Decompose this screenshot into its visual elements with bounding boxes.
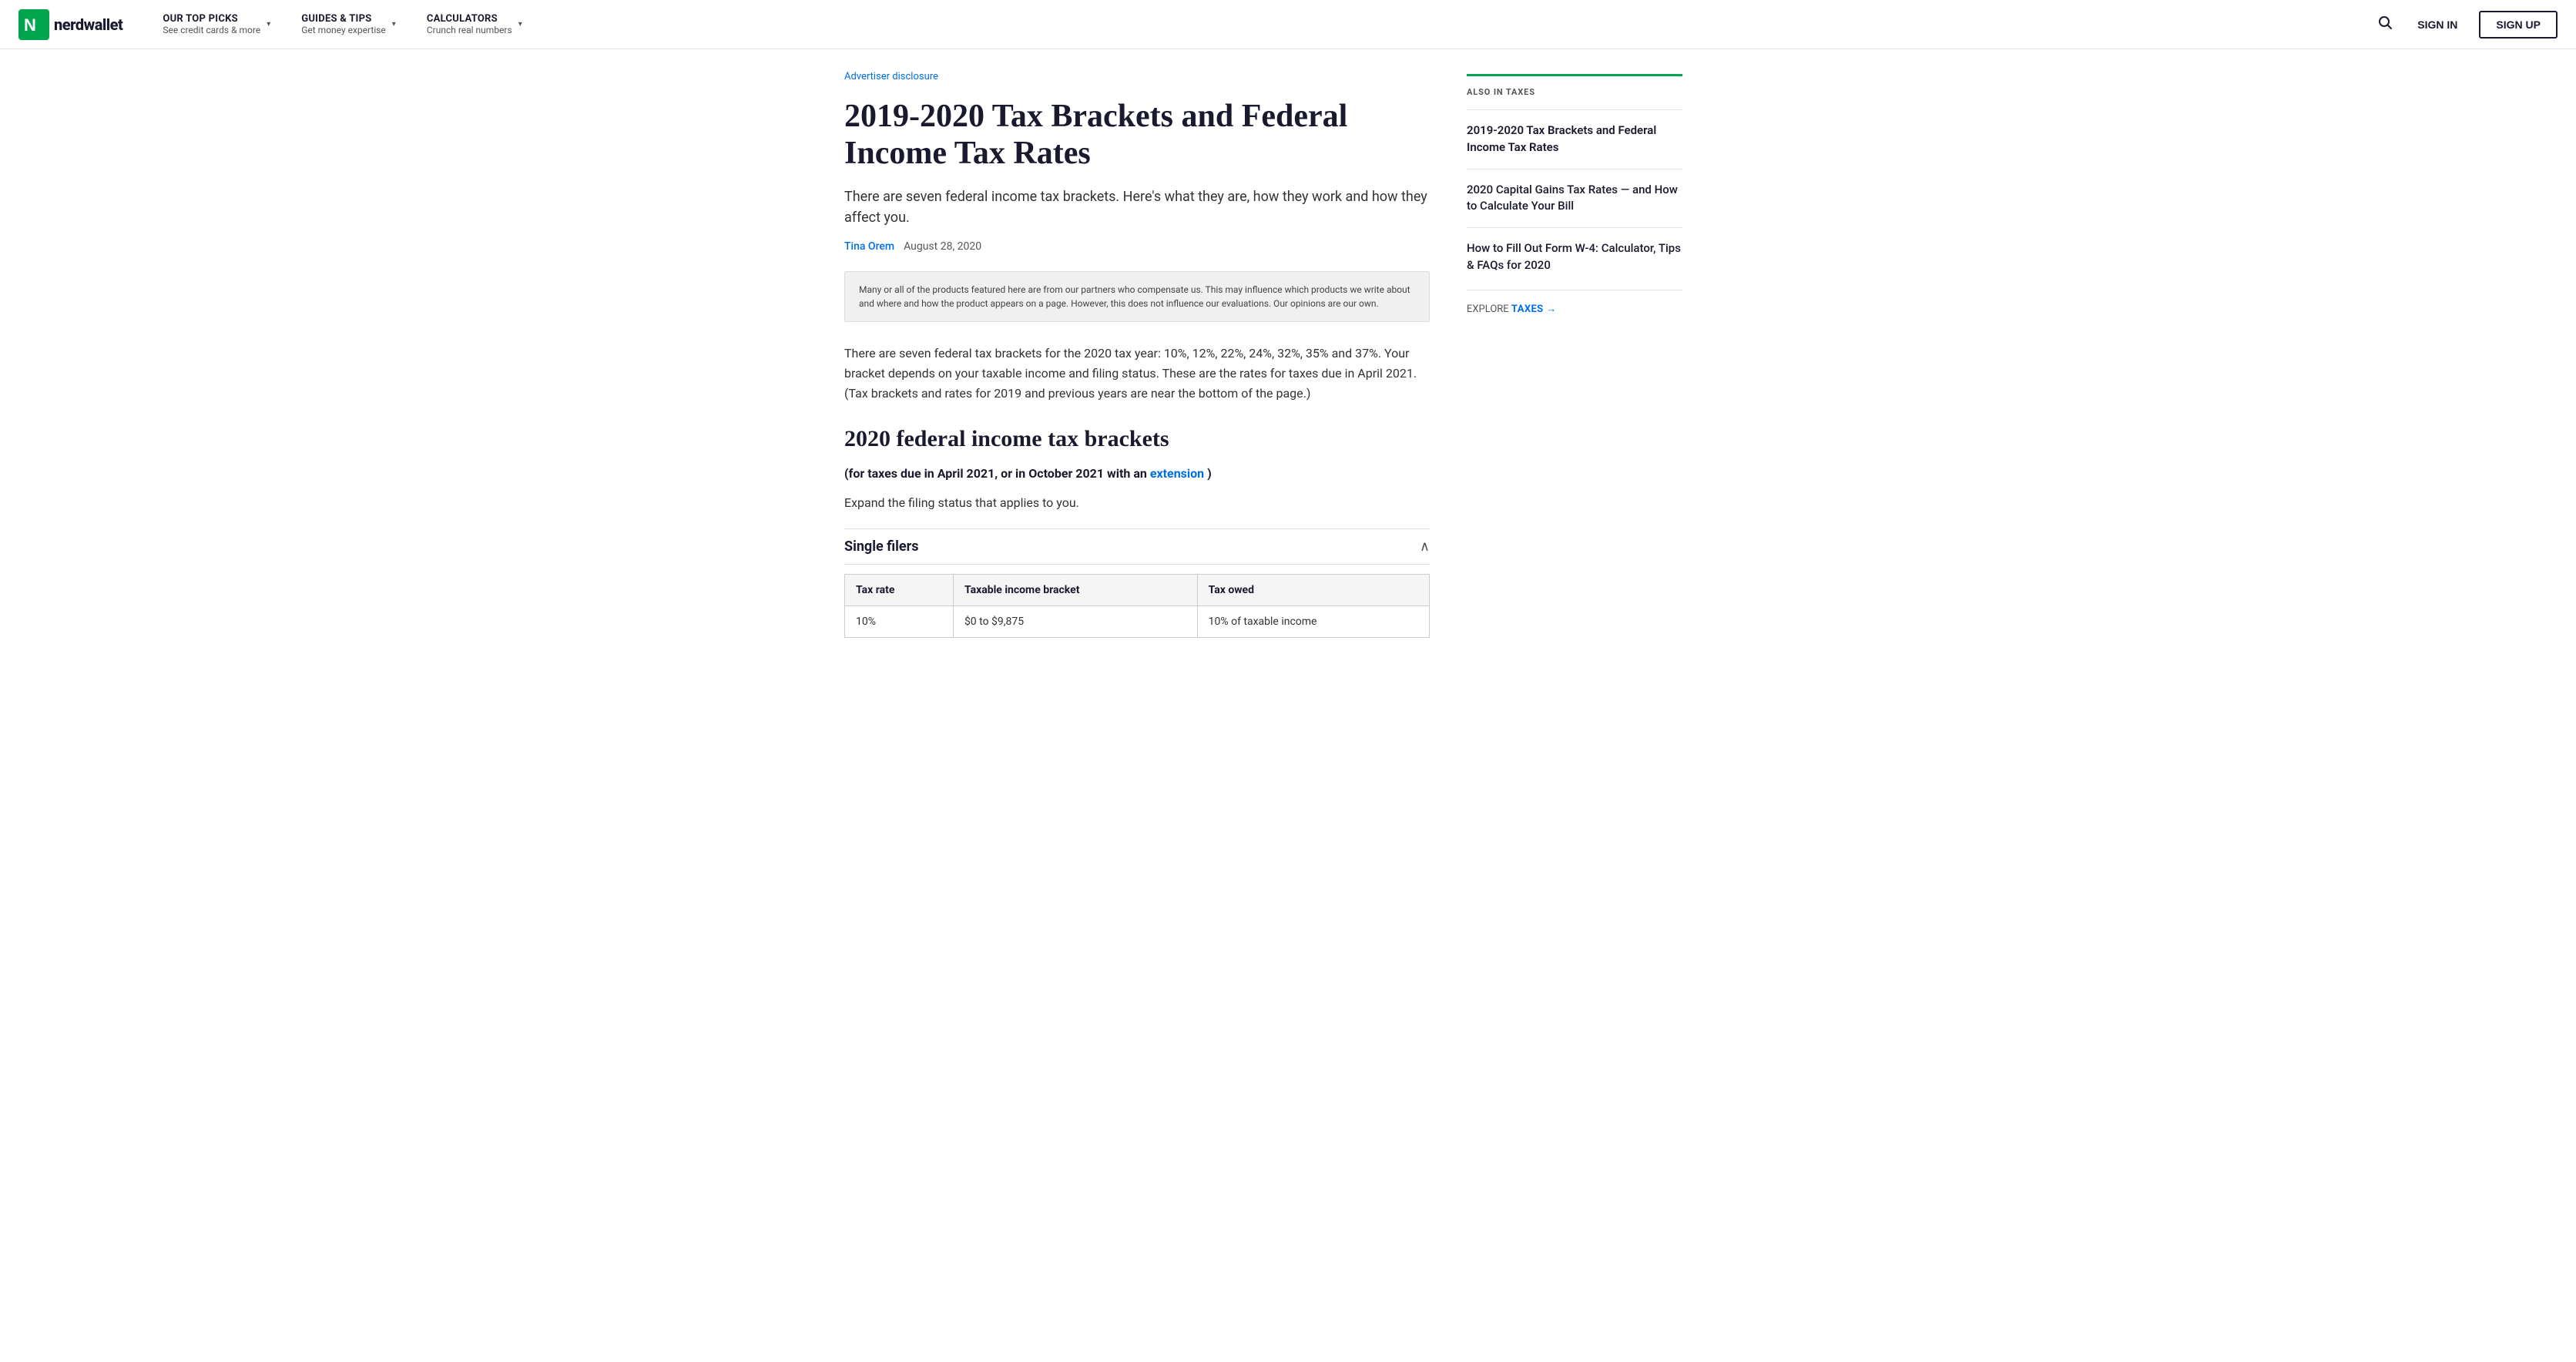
table-cell: 10% of taxable income <box>1197 606 1429 637</box>
section-heading: 2020 federal income tax brackets <box>844 426 1430 452</box>
nav-top-picks-subtitle: See credit cards & more <box>163 25 260 35</box>
nav-item-calculators[interactable]: CALCULATORS Crunch real numbers ▾ <box>411 0 538 49</box>
sidebar-divider <box>1467 227 1682 228</box>
nav-top-picks-chevron: ▾ <box>267 20 270 29</box>
nav-guides-subtitle: Get money expertise <box>301 25 386 35</box>
article-title: 2019-2020 Tax Brackets and Federal Incom… <box>844 98 1430 173</box>
subheading-end: ) <box>1207 466 1212 481</box>
sidebar-explore: EXPLORE TAXES → <box>1467 290 1682 315</box>
single-filers-label: Single filers <box>844 538 918 555</box>
sidebar: ALSO IN TAXES 2019-2020 Tax Brackets and… <box>1467 68 1682 644</box>
sidebar-links: 2019-2020 Tax Brackets and Federal Incom… <box>1467 122 1682 274</box>
explore-prefix: EXPLORE <box>1467 304 1509 315</box>
col-income-bracket: Taxable income bracket <box>953 574 1197 606</box>
advertiser-disclosure-link[interactable]: Advertiser disclosure <box>844 71 938 82</box>
search-button[interactable] <box>2374 12 2396 37</box>
col-tax-rate: Tax rate <box>845 574 954 606</box>
sidebar-divider-1 <box>1467 109 1682 110</box>
article-meta: Tina Orem August 28, 2020 <box>844 240 1430 253</box>
main-navigation: N nerdwallet OUR TOP PICKS See credit ca… <box>0 0 2576 49</box>
filers-section: Single filers ∧ Tax rate Taxable income … <box>844 528 1430 638</box>
nerdwallet-logo[interactable]: N nerdwallet <box>18 9 122 40</box>
table-header-row: Tax rate Taxable income bracket Tax owed <box>845 574 1430 606</box>
extension-link[interactable]: extension <box>1150 466 1204 481</box>
table-cell: 10% <box>845 606 954 637</box>
col-tax-owed: Tax owed <box>1197 574 1429 606</box>
disclosure-text: Many or all of the products featured her… <box>859 283 1415 310</box>
nav-calculators-chevron: ▾ <box>518 20 522 29</box>
disclosure-box: Many or all of the products featured her… <box>844 271 1430 322</box>
single-filers-toggle[interactable]: Single filers ∧ <box>844 528 1430 565</box>
table-row: 10%$0 to $9,87510% of taxable income <box>845 606 1430 637</box>
sign-in-button[interactable]: SIGN IN <box>2408 12 2467 37</box>
tax-table-body: 10%$0 to $9,87510% of taxable income <box>845 606 1430 637</box>
tax-table-header: Tax rate Taxable income bracket Tax owed <box>845 574 1430 606</box>
article-subheading: (for taxes due in April 2021, or in Octo… <box>844 465 1430 483</box>
nav-top-picks-title: OUR TOP PICKS <box>163 13 260 25</box>
sidebar-article-link-w4-form[interactable]: How to Fill Out Form W-4: Calculator, Ti… <box>1467 240 1682 274</box>
tax-table: Tax rate Taxable income bracket Tax owed… <box>844 574 1430 638</box>
sidebar-article-link-current-article[interactable]: 2019-2020 Tax Brackets and Federal Incom… <box>1467 122 1682 156</box>
nav-guides-title: GUIDES & TIPS <box>301 13 386 25</box>
nav-right: SIGN IN SIGN UP <box>2374 11 2558 39</box>
sidebar-section-title: ALSO IN TAXES <box>1467 87 1682 97</box>
sign-up-button[interactable]: SIGN UP <box>2479 11 2558 39</box>
nav-item-guides-tips[interactable]: GUIDES & TIPS Get money expertise ▾ <box>286 0 411 49</box>
table-cell: $0 to $9,875 <box>953 606 1197 637</box>
svg-text:N: N <box>24 15 36 35</box>
nav-guides-chevron: ▾ <box>392 20 396 29</box>
page-wrapper: Advertiser disclosure 2019-2020 Tax Brac… <box>826 49 1750 690</box>
nav-items: OUR TOP PICKS See credit cards & more ▾ … <box>147 0 2374 49</box>
filers-toggle-chevron-up: ∧ <box>1420 538 1430 555</box>
publish-date: August 28, 2020 <box>904 240 981 253</box>
article-subtitle: There are seven federal income tax brack… <box>844 186 1430 228</box>
sidebar-section-taxes: ALSO IN TAXES 2019-2020 Tax Brackets and… <box>1467 74 1682 315</box>
sidebar-article-link-capital-gains[interactable]: 2020 Capital Gains Tax Rates — and How t… <box>1467 182 1682 216</box>
nav-item-top-picks[interactable]: OUR TOP PICKS See credit cards & more ▾ <box>147 0 286 49</box>
article-main: Advertiser disclosure 2019-2020 Tax Brac… <box>844 68 1430 644</box>
subheading-text: (for taxes due in April 2021, or in Octo… <box>844 466 1147 481</box>
author-link[interactable]: Tina Orem <box>844 240 894 253</box>
search-icon <box>2377 15 2393 30</box>
logo-text: nerdwallet <box>54 15 122 34</box>
article-body-text: There are seven federal tax brackets for… <box>844 344 1430 404</box>
nav-calculators-subtitle: Crunch real numbers <box>427 25 512 35</box>
nav-calculators-title: CALCULATORS <box>427 13 512 25</box>
explore-taxes-link[interactable]: TAXES → <box>1511 304 1557 315</box>
expand-text: Expand the filing status that applies to… <box>844 495 1430 510</box>
